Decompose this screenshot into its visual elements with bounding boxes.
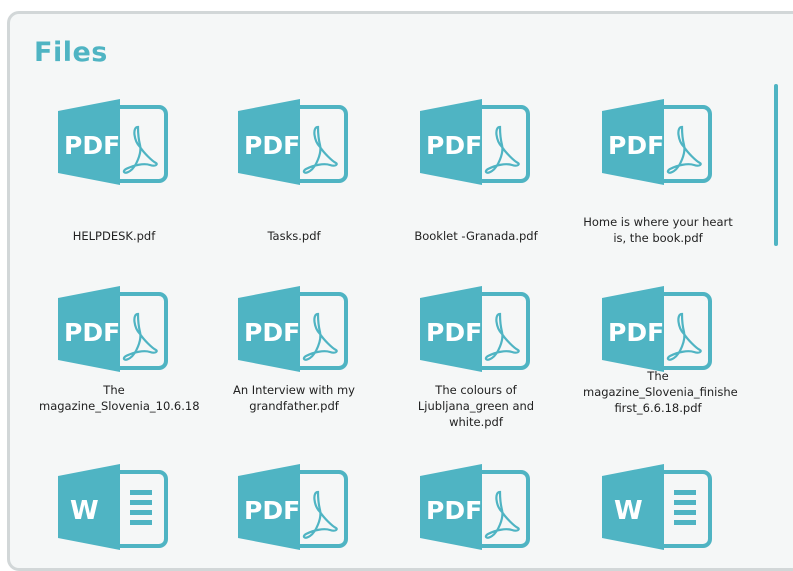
pdf-icon[interactable]: PDF (420, 97, 532, 187)
pdf-label: PDF (426, 496, 482, 525)
file-name[interactable]: An Interview with my grandfather.pdf (219, 382, 369, 414)
pdf-label: PDF (244, 318, 300, 347)
word-icon[interactable]: W (58, 462, 170, 552)
file-name[interactable]: HELPDESK.pdf (39, 228, 189, 244)
word-label: W (70, 496, 99, 526)
word-label: W (614, 496, 643, 526)
pdf-label: PDF (426, 131, 482, 160)
file-name[interactable]: Booklet -Granada.pdf (401, 228, 551, 244)
file-name[interactable]: Tasks.pdf (219, 228, 369, 244)
pdf-icon[interactable]: PDF (420, 284, 532, 374)
pdf-icon[interactable]: PDF (238, 284, 350, 374)
word-icon[interactable]: W (602, 462, 714, 552)
pdf-label: PDF (426, 318, 482, 347)
pdf-icon[interactable]: PDF (58, 97, 170, 187)
pdf-label: PDF (64, 131, 120, 160)
file-name[interactable]: Home is where your heart is, the book.pd… (583, 214, 733, 246)
pdf-icon[interactable]: PDF (238, 462, 350, 552)
pdf-icon[interactable]: PDF (602, 284, 714, 374)
file-name[interactable]: The colours of Ljubljana_green and white… (401, 382, 551, 430)
pdf-icon[interactable]: PDF (58, 284, 170, 374)
pdf-icon[interactable]: PDF (420, 462, 532, 552)
scrollbar[interactable] (774, 84, 778, 246)
pdf-label: PDF (244, 131, 300, 160)
file-name[interactable]: The magazine_Slovenia_10.6.18 (39, 382, 200, 414)
pdf-icon[interactable]: PDF (238, 97, 350, 187)
file-name[interactable]: The magazine_Slovenia_finishe first_6.6.… (583, 368, 738, 416)
files-panel: Files PDF HELPDESK.pdf PDF Tasks.pdf PDF… (7, 11, 793, 571)
pdf-label: PDF (608, 318, 664, 347)
pdf-label: PDF (608, 131, 664, 160)
panel-title: Files (34, 37, 108, 68)
pdf-label: PDF (64, 318, 120, 347)
pdf-icon[interactable]: PDF (602, 97, 714, 187)
pdf-label: PDF (244, 496, 300, 525)
